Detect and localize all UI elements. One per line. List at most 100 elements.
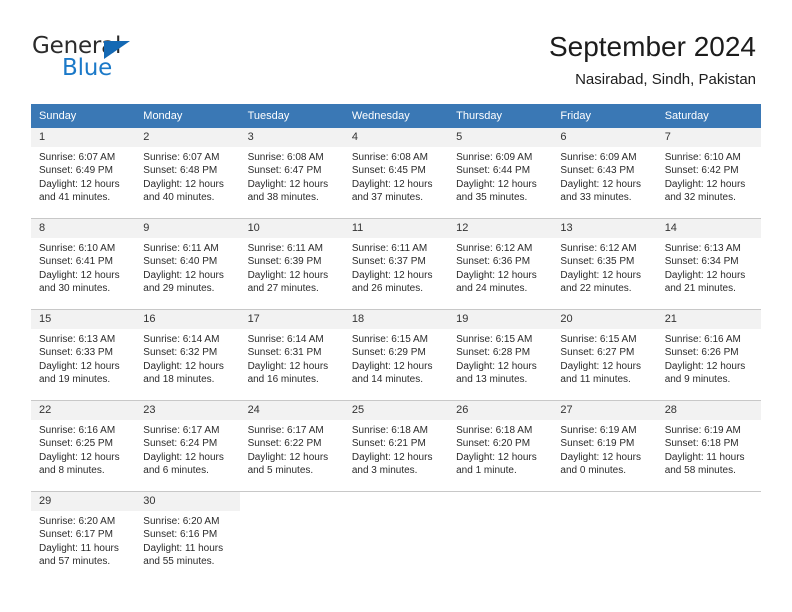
day-sun-info: Sunrise: 6:18 AM Sunset: 6:21 PM Daylight:… [344,420,448,478]
day-cell-inner: 8 Sunrise: 6:10 AM Sunset: 6:41 PM Daylight… [31,219,136,309]
calendar-day-cell[interactable]: 26 Sunrise: 6:18 AM Sunset: 6:20 PM Dayligh… [448,400,553,492]
day-sun-info: Sunrise: 6:16 AM Sunset: 6:26 PM Daylight:… [657,329,761,387]
day-sunrise-text: Sunrise: 6:09 AM [456,152,533,163]
day-cell-inner: 15 Sunrise: 6:13 AM Sunset: 6:33 PM Dayligh… [31,310,136,400]
day-cell-inner: 3 Sunrise: 6:08 AM Sunset: 6:47 PM Daylight… [239,128,344,218]
calendar-day-cell[interactable]: 21 Sunrise: 6:16 AM Sunset: 6:26 PM Dayligh… [656,309,761,401]
day-daylight2-text: and 26 minutes. [351,283,424,295]
calendar-day-cell[interactable]: 4 Sunrise: 6:08 AM Sunset: 6:45 PM Daylight… [343,128,449,219]
calendar-day-cell[interactable]: 8 Sunrise: 6:10 AM Sunset: 6:41 PM Daylight… [31,218,136,310]
day-cell-inner: 30 Sunrise: 6:20 AM Sunset: 6:16 PM Dayligh… [135,492,240,582]
day-number: 8 [31,219,136,238]
day-cell-inner: 10 Sunrise: 6:11 AM Sunset: 6:39 PM Dayligh… [239,219,344,309]
day-sunset-text: Sunset: 6:28 PM [456,347,531,359]
day-sunset-text: Sunset: 6:20 PM [456,438,531,450]
day-daylight1-text: Daylight: 12 hours [456,178,537,190]
calendar-day-cell[interactable]: 6 Sunrise: 6:09 AM Sunset: 6:43 PM Daylight… [552,128,657,219]
day-daylight1-text: Daylight: 12 hours [456,269,537,281]
day-cell-inner [240,492,344,582]
day-sunrise-text: Sunrise: 6:11 AM [351,243,428,254]
day-daylight2-text: and 41 minutes. [39,192,111,204]
day-daylight2-text: and 24 minutes. [456,283,528,295]
calendar-day-cell[interactable]: 27 Sunrise: 6:19 AM Sunset: 6:19 PM Dayligh… [552,400,657,492]
calendar-day-cell[interactable]: 28 Sunrise: 6:19 AM Sunset: 6:18 PM Dayligh… [656,400,761,492]
calendar-day-cell[interactable]: 10 Sunrise: 6:11 AM Sunset: 6:39 PM Dayligh… [239,218,344,310]
day-daylight2-text: and 11 minutes. [560,374,631,386]
day-sunrise-text: Sunrise: 6:17 AM [247,425,324,436]
day-number: 9 [135,219,240,238]
day-cell-inner [552,492,656,582]
day-sunset-text: Sunset: 6:19 PM [560,438,635,450]
day-cell-inner: 29 Sunrise: 6:20 AM Sunset: 6:17 PM Dayligh… [31,492,136,582]
calendar-day-cell[interactable]: 25 Sunrise: 6:18 AM Sunset: 6:21 PM Dayligh… [343,400,449,492]
calendar-day-cell[interactable]: 2 Sunrise: 6:07 AM Sunset: 6:48 PM Daylight… [135,128,240,219]
day-cell-inner: 9 Sunrise: 6:11 AM Sunset: 6:40 PM Daylight… [135,219,240,309]
day-daylight1-text: Daylight: 12 hours [247,360,329,372]
day-daylight1-text: Daylight: 12 hours [664,178,746,190]
weekday-header-friday: Friday [552,104,657,128]
day-daylight1-text: Daylight: 12 hours [143,269,224,281]
weekday-header-thursday: Thursday [448,104,553,128]
calendar-day-cell[interactable]: 20 Sunrise: 6:15 AM Sunset: 6:27 PM Dayligh… [552,309,657,401]
calendar-day-cell[interactable]: 3 Sunrise: 6:08 AM Sunset: 6:47 PM Daylight… [239,128,344,219]
day-sunrise-text: Sunrise: 6:15 AM [456,334,533,345]
calendar-cell-empty [656,491,761,582]
calendar-week-row: 29 Sunrise: 6:20 AM Sunset: 6:17 PM Dayligh… [31,491,761,582]
day-daylight1-text: Daylight: 12 hours [351,178,433,190]
day-number: 4 [343,128,449,147]
day-sunset-text: Sunset: 6:45 PM [351,165,426,177]
day-daylight2-text: and 5 minutes. [247,465,314,477]
weekday-header-saturday: Saturday [656,104,761,128]
calendar-day-cell[interactable]: 19 Sunrise: 6:15 AM Sunset: 6:28 PM Dayligh… [448,309,553,401]
calendar-day-cell[interactable]: 7 Sunrise: 6:10 AM Sunset: 6:42 PM Daylight… [656,128,761,219]
calendar-day-cell[interactable]: 23 Sunrise: 6:17 AM Sunset: 6:24 PM Dayligh… [135,400,240,492]
calendar-day-cell[interactable]: 15 Sunrise: 6:13 AM Sunset: 6:33 PM Dayligh… [31,309,136,401]
day-sunrise-text: Sunrise: 6:09 AM [560,152,637,163]
day-number: 17 [239,310,344,329]
day-daylight1-text: Daylight: 12 hours [560,269,642,281]
day-sun-info: Sunrise: 6:19 AM Sunset: 6:18 PM Daylight:… [657,420,761,478]
calendar-day-cell[interactable]: 16 Sunrise: 6:14 AM Sunset: 6:32 PM Dayligh… [135,309,240,401]
calendar-day-cell[interactable]: 1 Sunrise: 6:07 AM Sunset: 6:49 PM Daylight… [31,128,136,219]
calendar-day-cell[interactable]: 18 Sunrise: 6:15 AM Sunset: 6:29 PM Dayligh… [343,309,449,401]
day-number [344,492,448,511]
day-sunset-text: Sunset: 6:34 PM [664,256,739,268]
day-number: 25 [343,401,449,420]
day-sun-info: Sunrise: 6:17 AM Sunset: 6:22 PM Daylight:… [240,420,344,478]
day-cell-inner: 16 Sunrise: 6:14 AM Sunset: 6:32 PM Dayligh… [135,310,240,400]
day-cell-inner: 5 Sunrise: 6:09 AM Sunset: 6:44 PM Daylight… [448,128,553,218]
calendar-day-cell[interactable]: 30 Sunrise: 6:20 AM Sunset: 6:16 PM Dayligh… [135,491,240,582]
general-blue-logo: General Blue [32,33,232,85]
day-daylight1-text: Daylight: 12 hours [143,178,224,190]
day-sun-info: Sunrise: 6:12 AM Sunset: 6:35 PM Daylight:… [552,238,656,296]
day-sunset-text: Sunset: 6:25 PM [39,438,113,450]
day-number [552,492,656,511]
calendar-day-cell[interactable]: 22 Sunrise: 6:16 AM Sunset: 6:25 PM Dayligh… [31,400,136,492]
day-sunrise-text: Sunrise: 6:07 AM [39,152,116,163]
calendar-day-cell[interactable]: 24 Sunrise: 6:17 AM Sunset: 6:22 PM Dayligh… [239,400,344,492]
day-cell-inner: 13 Sunrise: 6:12 AM Sunset: 6:35 PM Dayligh… [552,219,657,309]
calendar-day-cell[interactable]: 9 Sunrise: 6:11 AM Sunset: 6:40 PM Daylight… [135,218,240,310]
day-number: 22 [31,401,136,420]
day-daylight2-text: and 40 minutes. [143,192,215,204]
calendar-day-cell[interactable]: 12 Sunrise: 6:12 AM Sunset: 6:36 PM Dayligh… [448,218,553,310]
day-number: 12 [448,219,553,238]
day-cell-inner: 7 Sunrise: 6:10 AM Sunset: 6:42 PM Daylight… [656,128,761,218]
calendar-day-cell[interactable]: 5 Sunrise: 6:09 AM Sunset: 6:44 PM Daylight… [448,128,553,219]
calendar-day-cell[interactable]: 11 Sunrise: 6:11 AM Sunset: 6:37 PM Dayligh… [343,218,449,310]
day-sunset-text: Sunset: 6:36 PM [456,256,531,268]
calendar-day-cell[interactable]: 17 Sunrise: 6:14 AM Sunset: 6:31 PM Dayligh… [239,309,344,401]
day-daylight1-text: Daylight: 12 hours [456,451,537,463]
day-sun-info: Sunrise: 6:08 AM Sunset: 6:47 PM Daylight:… [240,147,344,205]
day-sunset-text: Sunset: 6:49 PM [39,165,113,177]
calendar-day-cell[interactable]: 14 Sunrise: 6:13 AM Sunset: 6:34 PM Dayligh… [656,218,761,310]
weekday-header-monday: Monday [135,104,240,128]
day-cell-inner: 18 Sunrise: 6:15 AM Sunset: 6:29 PM Dayligh… [343,310,449,400]
day-sunrise-text: Sunrise: 6:17 AM [143,425,220,436]
day-daylight2-text: and 1 minute. [456,465,517,477]
day-sun-info: Sunrise: 6:17 AM Sunset: 6:24 PM Daylight:… [135,420,239,478]
calendar-day-cell[interactable]: 13 Sunrise: 6:12 AM Sunset: 6:35 PM Dayligh… [552,218,657,310]
day-sun-info [240,511,344,515]
calendar-day-cell[interactable]: 29 Sunrise: 6:20 AM Sunset: 6:17 PM Dayligh… [31,491,136,582]
day-number: 30 [135,492,240,511]
